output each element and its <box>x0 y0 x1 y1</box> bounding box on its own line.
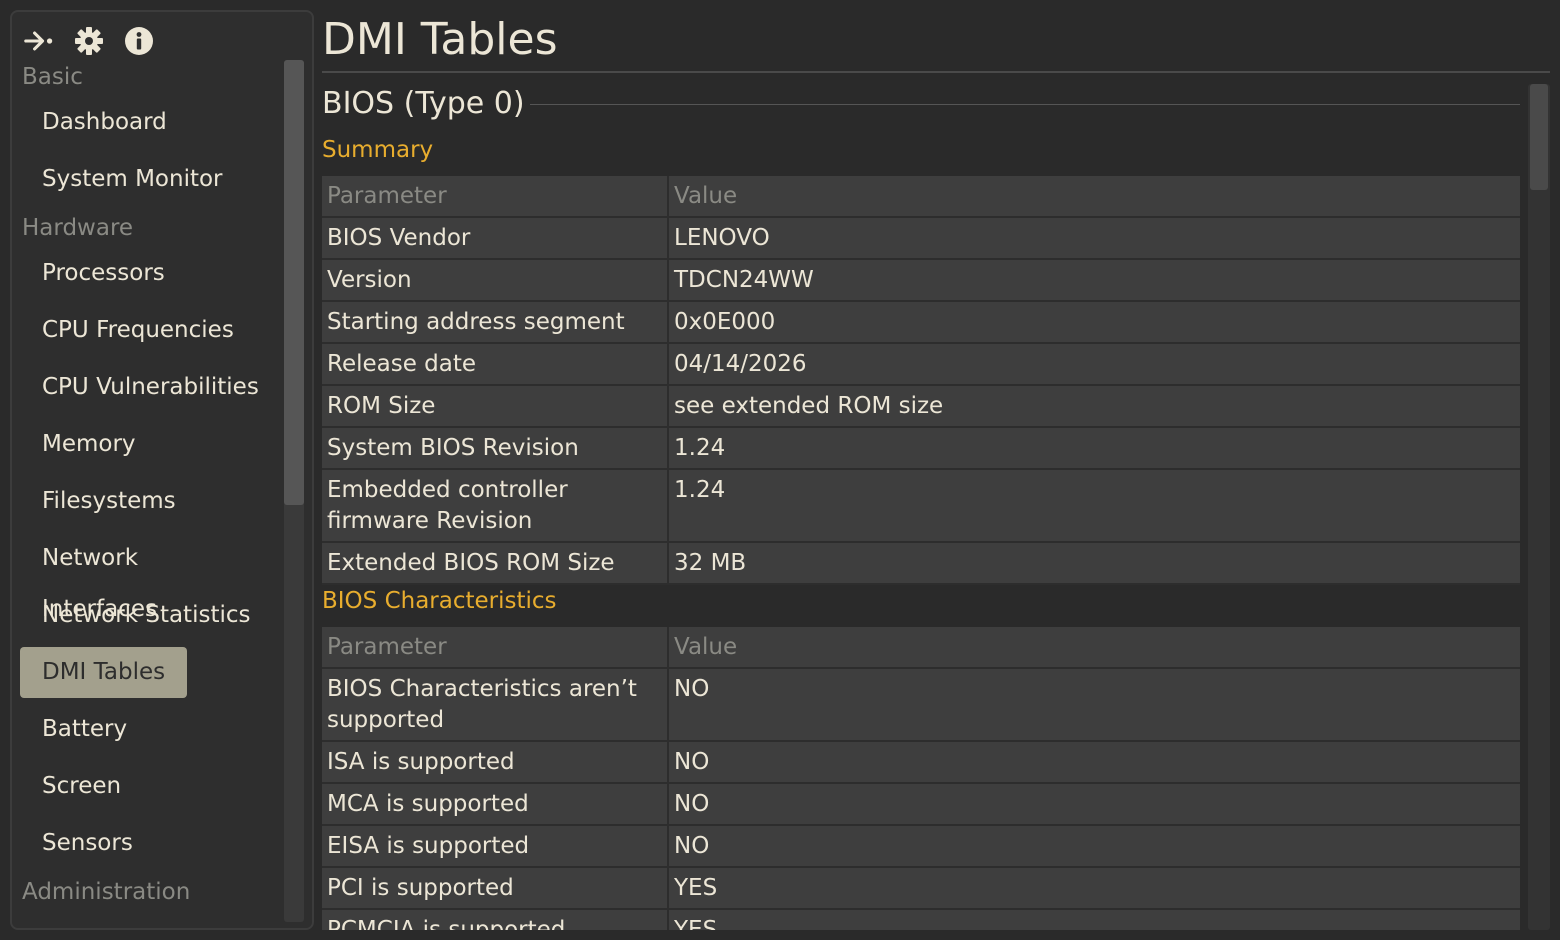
table-row: BIOS Characteristics aren’t supported NO <box>322 668 1520 742</box>
table-row: ISA is supported NO <box>322 741 1520 784</box>
column-header-parameter: Parameter <box>322 627 669 669</box>
sidebar-item-dashboard[interactable]: Dashboard <box>20 97 189 148</box>
param-cell: Embedded controller firmware Revision <box>322 469 669 543</box>
sidebar-item-network-interfaces[interactable]: Network Interfaces <box>20 533 282 622</box>
nav-heading-basic: Basic <box>22 64 83 90</box>
value-cell: see extended ROM size <box>668 385 1520 428</box>
param-cell: PCMCIA is supported <box>322 909 669 930</box>
sidebar-item-battery[interactable]: Battery <box>20 704 149 755</box>
column-header-value: Value <box>668 627 1520 669</box>
table-row: Embedded controller firmware Revision 1.… <box>322 469 1520 543</box>
param-cell: MCA is supported <box>322 783 669 826</box>
value-cell: YES <box>668 909 1520 930</box>
sidebar-item-dmi-tables[interactable]: DMI Tables <box>20 647 188 698</box>
table-header-row: Parameter Value <box>322 627 1520 669</box>
nav-heading-hardware: Hardware <box>22 215 134 241</box>
gear-icon <box>75 27 103 55</box>
content-scrollbar[interactable] <box>1528 84 1550 930</box>
table-row: System BIOS Revision 1.24 <box>322 427 1520 470</box>
table-row: PCI is supported YES <box>322 867 1520 910</box>
about-button[interactable] <box>124 26 154 56</box>
sidebar-item-cpu-frequencies[interactable]: CPU Frequencies <box>20 305 256 356</box>
sidebar: Basic Dashboard System Monitor Hardware … <box>10 10 314 930</box>
value-cell: NO <box>668 741 1520 784</box>
sidebar-scrollbar-thumb[interactable] <box>284 60 304 505</box>
value-cell: 32 MB <box>668 542 1520 585</box>
section-divider <box>530 104 1520 105</box>
param-cell: Version <box>322 259 669 302</box>
characteristics-title: BIOS Characteristics <box>322 588 557 614</box>
sidebar-item-filesystems[interactable]: Filesystems <box>20 476 198 527</box>
settings-button[interactable] <box>74 26 104 56</box>
table-row: PCMCIA is supported YES <box>322 909 1520 930</box>
param-cell: Release date <box>322 343 669 386</box>
nav-heading-administration: Administration <box>22 879 191 905</box>
sidebar-item-processors[interactable]: Processors <box>20 248 187 299</box>
content-scrollbar-thumb[interactable] <box>1530 84 1548 190</box>
table-row: EISA is supported NO <box>322 825 1520 868</box>
section-title: BIOS (Type 0) <box>322 86 525 121</box>
expand-arrow-icon <box>24 31 53 51</box>
summary-title: Summary <box>322 137 434 163</box>
table-row: Version TDCN24WW <box>322 259 1520 302</box>
value-cell: NO <box>668 825 1520 868</box>
sidebar-item-memory[interactable]: Memory <box>20 419 158 470</box>
sidebar-scrollbar[interactable] <box>284 60 304 922</box>
param-cell: System BIOS Revision <box>322 427 669 470</box>
param-cell: ROM Size <box>322 385 669 428</box>
value-cell: NO <box>668 783 1520 826</box>
table-row: Release date 04/14/2026 <box>322 343 1520 386</box>
table-row: MCA is supported NO <box>322 783 1520 826</box>
value-cell: TDCN24WW <box>668 259 1520 302</box>
sidebar-nav: Basic Dashboard System Monitor Hardware … <box>20 60 282 912</box>
sidebar-item-network-statistics[interactable]: Network Statistics <box>20 590 272 641</box>
sidebar-item-cpu-vulnerabilities[interactable]: CPU Vulnerabilities <box>20 362 281 413</box>
table-row: BIOS Vendor LENOVO <box>322 217 1520 260</box>
sidebar-item-system-monitor[interactable]: System Monitor <box>20 154 245 205</box>
characteristics-table: Parameter Value BIOS Characteristics are… <box>322 627 1520 930</box>
main-content: DMI Tables BIOS (Type 0) Summary Paramet… <box>322 0 1550 940</box>
sidebar-item-screen[interactable]: Screen <box>20 761 143 812</box>
dmi-content: BIOS (Type 0) Summary Parameter Value BI… <box>322 84 1520 930</box>
param-cell: ISA is supported <box>322 741 669 784</box>
table-row: Starting address segment 0x0E000 <box>322 301 1520 344</box>
value-cell: 04/14/2026 <box>668 343 1520 386</box>
value-cell: 0x0E000 <box>668 301 1520 344</box>
sidebar-item-sensors[interactable]: Sensors <box>20 818 155 869</box>
info-icon <box>125 27 153 55</box>
expand-sidebar-button[interactable] <box>24 26 54 56</box>
table-header-row: Parameter Value <box>322 176 1520 218</box>
param-cell: Starting address segment <box>322 301 669 344</box>
column-header-value: Value <box>668 176 1520 218</box>
title-divider <box>322 71 1550 73</box>
value-cell: 1.24 <box>668 469 1520 543</box>
param-cell: Extended BIOS ROM Size <box>322 542 669 585</box>
value-cell: 1.24 <box>668 427 1520 470</box>
value-cell: YES <box>668 867 1520 910</box>
value-cell: LENOVO <box>668 217 1520 260</box>
sidebar-toolbar <box>24 26 174 56</box>
value-cell: NO <box>668 668 1520 742</box>
param-cell: PCI is supported <box>322 867 669 910</box>
column-header-parameter: Parameter <box>322 176 669 218</box>
param-cell: BIOS Vendor <box>322 217 669 260</box>
param-cell: EISA is supported <box>322 825 669 868</box>
page-title: DMI Tables <box>322 14 558 65</box>
table-row: Extended BIOS ROM Size 32 MB <box>322 542 1520 585</box>
table-row: ROM Size see extended ROM size <box>322 385 1520 428</box>
param-cell: BIOS Characteristics aren’t supported <box>322 668 669 742</box>
summary-table: Parameter Value BIOS Vendor LENOVO Versi… <box>322 176 1520 585</box>
